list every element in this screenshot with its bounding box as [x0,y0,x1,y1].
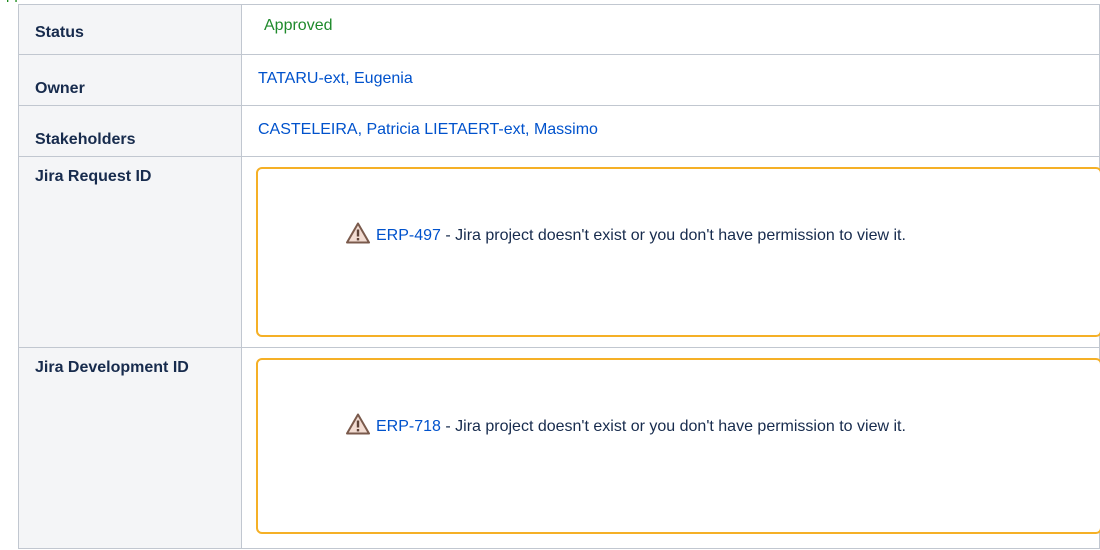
jira-request-label: Jira Request ID [35,168,152,185]
status-badge: Approved [264,17,333,34]
jira-issue-link[interactable]: ERP-497 [376,227,441,244]
table-row-jira-development: Jira Development ID ERP-718 - Jira proje… [18,347,1100,549]
warning-triangle-icon [346,222,370,244]
stakeholders-value-cell: CASTELEIRA, Patricia LIETAERT-ext, Massi… [241,105,1100,157]
jira-request-value-cell: ERP-497 - Jira project doesn't exist or … [241,156,1100,348]
clipped-heading-text: pp [6,0,23,2]
owner-label: Owner [35,80,85,97]
jira-request-warning-message: ERP-497 - Jira project doesn't exist or … [346,218,1066,254]
page-properties-table: Status Approved Owner TATARU-ext, Eugeni… [18,4,1100,549]
status-value-cell: Approved [241,4,1100,55]
page: pp Status Approved Owner TATARU-ext, Eug… [0,0,1100,550]
stakeholder-user-link[interactable]: CASTELEIRA, Patricia [258,121,420,138]
table-row-stakeholders: Stakeholders CASTELEIRA, Patricia LIETAE… [18,105,1100,157]
jira-development-key-cell: Jira Development ID [18,347,242,549]
status-label: Status [35,24,84,41]
stakeholders-label: Stakeholders [35,131,136,148]
table-row-status: Status Approved [18,4,1100,55]
jira-development-value-cell: ERP-718 - Jira project doesn't exist or … [241,347,1100,549]
warning-triangle-icon [346,413,370,435]
stakeholder-user-link[interactable]: LIETAERT-ext, Massimo [424,121,598,138]
jira-error-text: - Jira project doesn't exist or you don'… [440,227,906,244]
status-key-cell: Status [18,4,242,55]
jira-development-label: Jira Development ID [35,359,189,376]
jira-development-warning-box: ERP-718 - Jira project doesn't exist or … [256,358,1100,534]
owner-key-cell: Owner [18,54,242,106]
jira-issue-link[interactable]: ERP-718 [376,418,441,435]
jira-development-warning-message: ERP-718 - Jira project doesn't exist or … [346,409,1066,445]
jira-request-key-cell: Jira Request ID [18,156,242,348]
table-row-jira-request: Jira Request ID ERP-497 - Jira project d… [18,156,1100,348]
stakeholders-key-cell: Stakeholders [18,105,242,157]
table-row-owner: Owner TATARU-ext, Eugenia [18,54,1100,106]
jira-error-text: - Jira project doesn't exist or you don'… [440,418,906,435]
owner-user-link[interactable]: TATARU-ext, Eugenia [258,70,413,87]
jira-request-warning-box: ERP-497 - Jira project doesn't exist or … [256,167,1100,337]
owner-value-cell: TATARU-ext, Eugenia [241,54,1100,106]
